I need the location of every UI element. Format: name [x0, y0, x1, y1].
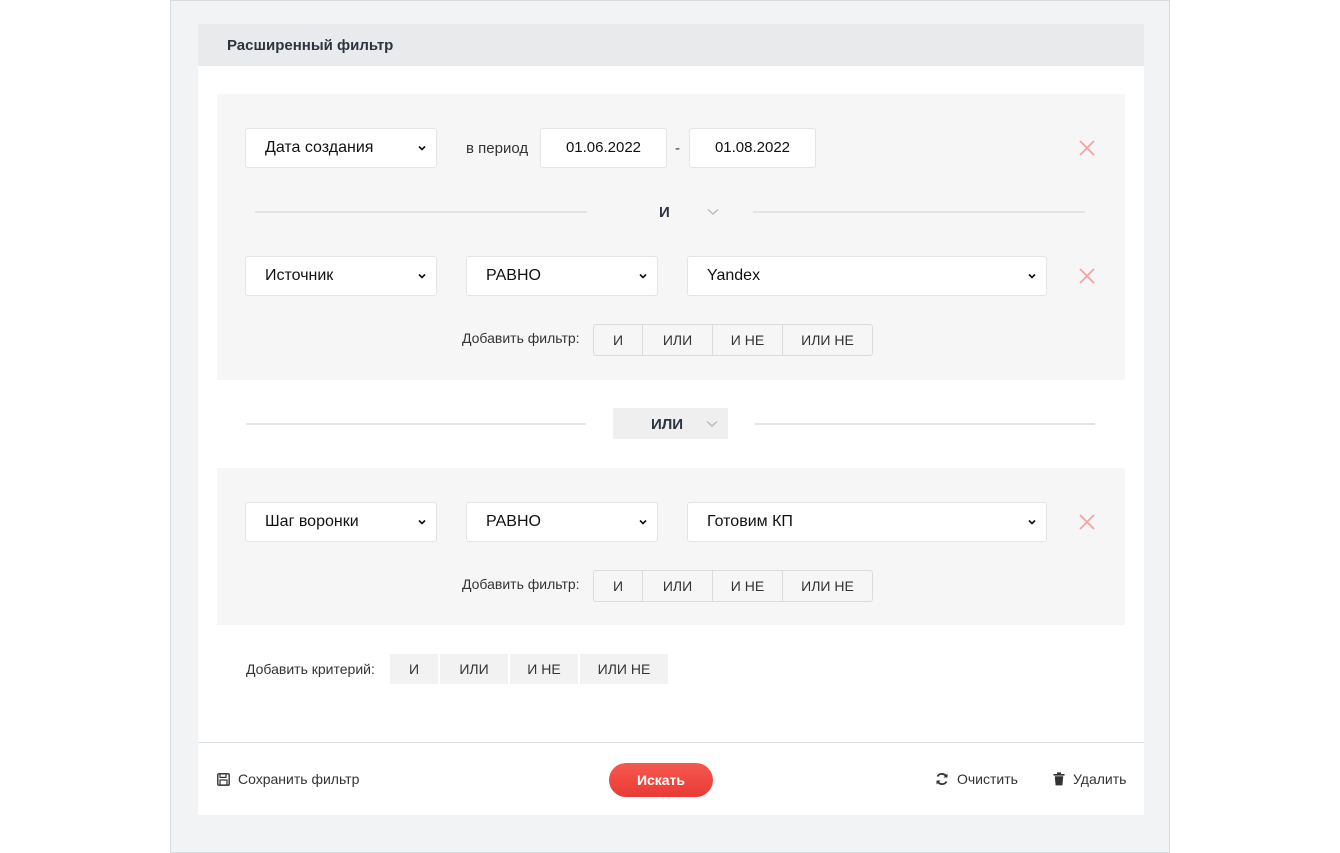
divider-line — [246, 423, 586, 425]
add-filter-and-not-button[interactable]: И НЕ — [712, 324, 783, 356]
add-filter-button-group: И ИЛИ И НЕ ИЛИ НЕ — [593, 324, 873, 356]
add-filter-and-not-button[interactable]: И НЕ — [712, 570, 783, 602]
save-filter-label: Сохранить фильтр — [238, 771, 360, 787]
connector-label[interactable]: И — [659, 204, 670, 221]
filter-group-2: Шаг воронки РАВНО Готовим КП Добавить фи… — [217, 468, 1125, 625]
advanced-filter-panel: Расширенный фильтр Дата создания в перио… — [198, 24, 1144, 815]
add-filter-or-button[interactable]: ИЛИ — [642, 324, 713, 356]
period-label: в период — [466, 140, 529, 157]
close-icon[interactable] — [1078, 513, 1096, 531]
divider-line — [255, 211, 587, 213]
chevron-down-icon[interactable] — [707, 208, 719, 216]
close-icon[interactable] — [1078, 139, 1096, 157]
delete-label: Удалить — [1073, 771, 1127, 787]
field-select[interactable]: Шаг воронки — [245, 502, 437, 542]
group-connector-label: ИЛИ — [651, 416, 684, 433]
add-filter-button-group: И ИЛИ И НЕ ИЛИ НЕ — [593, 570, 873, 602]
chevron-down-icon — [1028, 519, 1036, 525]
add-filter-label: Добавить фильтр: — [462, 330, 580, 346]
group-connector-select[interactable]: ИЛИ — [613, 408, 728, 439]
date-to-input[interactable]: 01.08.2022 — [689, 128, 816, 168]
value-select-value: Yandex — [707, 267, 761, 284]
add-filter-and-button[interactable]: И — [593, 570, 643, 602]
close-icon[interactable] — [1078, 267, 1096, 285]
field-select-value: Шаг воронки — [265, 513, 359, 530]
panel-title: Расширенный фильтр — [227, 37, 394, 54]
refresh-icon — [936, 773, 948, 785]
add-criterion-label: Добавить критерий: — [246, 661, 375, 677]
operator-select[interactable]: РАВНО — [466, 256, 658, 296]
add-filter-or-not-button[interactable]: ИЛИ НЕ — [782, 570, 873, 602]
chevron-down-icon — [418, 273, 426, 279]
value-select-value: Готовим КП — [707, 513, 793, 530]
value-select[interactable]: Yandex — [687, 256, 1047, 296]
chevron-down-icon — [639, 273, 647, 279]
clear-label: Очистить — [957, 771, 1018, 787]
clear-button[interactable]: Очистить — [935, 771, 1018, 787]
divider-line — [753, 211, 1085, 213]
operator-select-value: РАВНО — [486, 513, 541, 530]
add-filter-or-button[interactable]: ИЛИ — [642, 570, 713, 602]
add-criterion-or-not-button[interactable]: ИЛИ НЕ — [580, 654, 668, 684]
add-filter-label: Добавить фильтр: — [462, 576, 580, 592]
chevron-down-icon — [639, 519, 647, 525]
date-from-input[interactable]: 01.06.2022 — [540, 128, 667, 168]
add-criterion-or-button[interactable]: ИЛИ — [440, 654, 508, 684]
operator-select-value: РАВНО — [486, 267, 541, 284]
save-filter-button[interactable]: Сохранить фильтр — [217, 771, 359, 787]
trash-icon — [1053, 772, 1065, 786]
operator-select[interactable]: РАВНО — [466, 502, 658, 542]
chevron-down-icon — [418, 519, 426, 525]
delete-button[interactable]: Удалить — [1053, 771, 1126, 787]
value-select[interactable]: Готовим КП — [687, 502, 1047, 542]
add-filter-or-not-button[interactable]: ИЛИ НЕ — [782, 324, 873, 356]
add-filter-and-button[interactable]: И — [593, 324, 643, 356]
add-criterion-button-group: И ИЛИ И НЕ ИЛИ НЕ — [390, 654, 668, 684]
search-button[interactable]: Искать — [609, 763, 713, 797]
add-criterion-and-button[interactable]: И — [390, 654, 438, 684]
footer-divider — [198, 742, 1144, 743]
chevron-down-icon — [706, 420, 718, 427]
date-range-dash: - — [675, 140, 680, 157]
panel-header: Расширенный фильтр — [198, 24, 1144, 66]
divider-line — [755, 423, 1095, 425]
field-select[interactable]: Источник — [245, 256, 437, 296]
field-select-value: Источник — [265, 267, 334, 284]
floppy-disk-icon — [217, 772, 230, 786]
filter-group-1: Дата создания в период 01.06.2022 - 01.0… — [217, 94, 1125, 380]
field-select-value: Дата создания — [265, 139, 374, 156]
field-select[interactable]: Дата создания — [245, 128, 437, 168]
add-criterion-and-not-button[interactable]: И НЕ — [510, 654, 578, 684]
chevron-down-icon — [418, 145, 426, 151]
chevron-down-icon — [1028, 273, 1036, 279]
